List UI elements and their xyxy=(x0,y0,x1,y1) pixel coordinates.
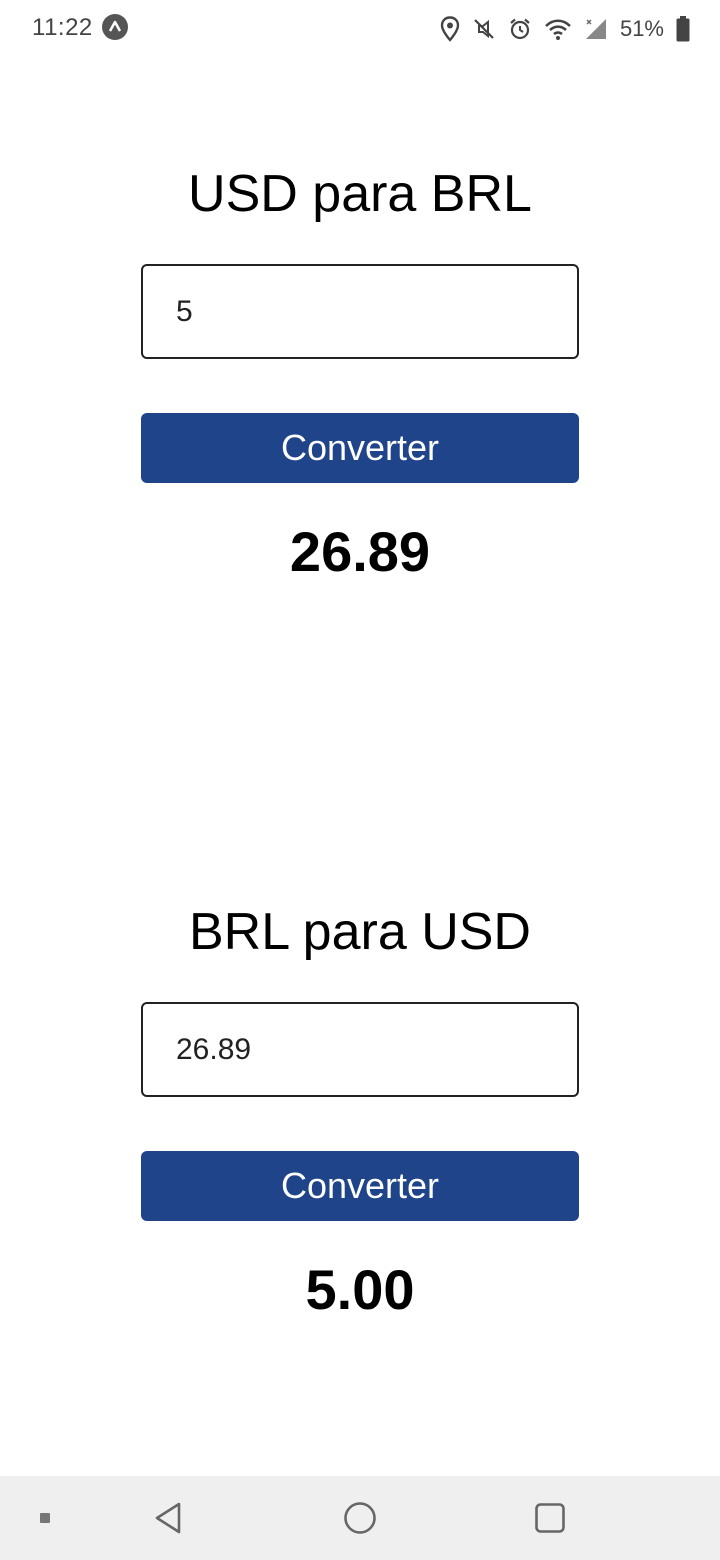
home-icon[interactable] xyxy=(330,1476,390,1560)
conversion-result: 26.89 xyxy=(289,520,431,583)
recents-icon[interactable] xyxy=(520,1476,580,1560)
conversion-result: 5.00 xyxy=(305,1258,415,1321)
amount-input[interactable] xyxy=(141,264,579,359)
status-time: 11:22 xyxy=(32,14,93,41)
back-icon[interactable] xyxy=(138,1476,198,1560)
convert-button[interactable]: Converter xyxy=(141,1151,579,1221)
square-dot-icon[interactable] xyxy=(30,1476,60,1560)
alarm-icon xyxy=(508,17,532,41)
battery-percent: 51% xyxy=(619,16,664,41)
convert-button[interactable]: Converter xyxy=(141,413,579,483)
wifi-icon xyxy=(544,17,572,41)
section-title: BRL para USD xyxy=(189,903,531,961)
battery-icon xyxy=(676,16,690,42)
mute-icon xyxy=(472,17,496,41)
signal-icon xyxy=(584,17,608,41)
amount-input[interactable] xyxy=(141,1002,579,1097)
section-title: USD para BRL xyxy=(188,165,532,223)
status-icons: 51% xyxy=(440,14,690,44)
app-notification-icon xyxy=(102,14,128,40)
location-icon xyxy=(440,16,460,42)
status-bar: 11:22 51% xyxy=(0,0,720,56)
navigation-bar xyxy=(0,1476,720,1560)
